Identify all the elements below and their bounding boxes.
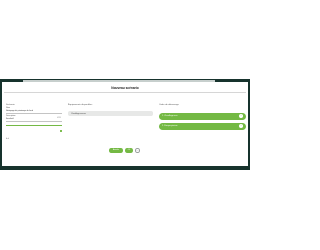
order-item-2-remove-icon[interactable]: • <box>239 124 243 129</box>
right-panel-header: Ordre de démarrage <box>159 104 179 106</box>
available-device-label: Chauffage-eau-ec <box>71 112 87 115</box>
order-item-1[interactable]: 1. Chauffage-eau • <box>159 113 246 120</box>
left-panel-header: Scénario <box>6 104 15 106</box>
order-item-2-label: 2. Pompe-piscine <box>162 125 178 128</box>
screen: Nouveau scénario Scénario Nom Nettoyage … <box>0 0 250 250</box>
available-device-pill[interactable]: Chauffage-eau-ec <box>68 111 153 116</box>
more-options-button[interactable]: ⋯ <box>135 148 140 153</box>
cancel-button[interactable]: Annuler <box>109 148 123 153</box>
ok-button[interactable]: OK <box>125 148 133 153</box>
modal-dialog: Nouveau scénario Scénario Nom Nettoyage … <box>2 82 248 166</box>
description-field-value[interactable]: Facultatif <box>6 118 14 120</box>
char-counter: 0/255 <box>57 118 61 119</box>
active-checkbox-label: Actif <box>6 139 10 140</box>
active-field-underline <box>6 124 62 125</box>
order-item-1-label: 1. Chauffage-eau <box>162 115 178 118</box>
order-item-2[interactable]: 2. Pompe-piscine • <box>159 123 246 130</box>
order-item-1-remove-icon[interactable]: • <box>239 114 243 119</box>
active-checkbox[interactable] <box>60 130 62 132</box>
modal-title: Nouveau scénario <box>111 86 139 90</box>
name-field-value[interactable]: Nettoyage de printemps de fond <box>6 110 33 112</box>
middle-panel-header: Équipements disponibles <box>68 104 93 106</box>
